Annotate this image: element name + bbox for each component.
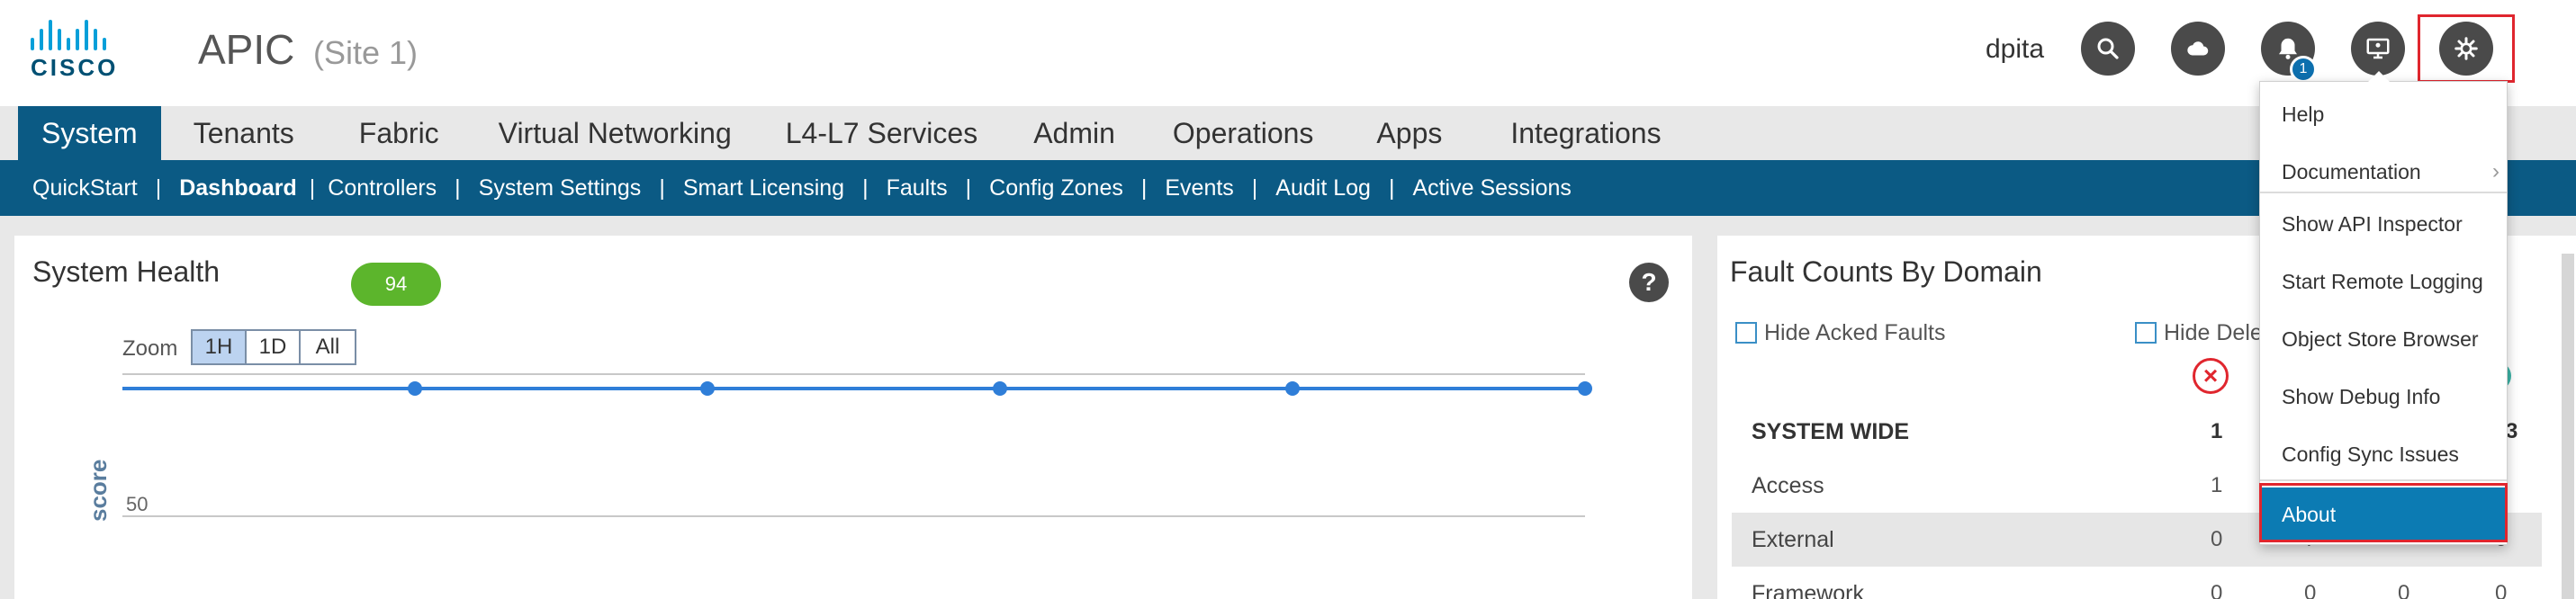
domain-name: SYSTEM WIDE [1752, 418, 1910, 444]
tab-tenants[interactable]: Tenants [161, 106, 327, 160]
critical-count: 1 [2211, 473, 2223, 497]
logo-text: cisco [31, 54, 119, 81]
hide-acked-checkbox[interactable] [1735, 322, 1757, 344]
subnav-dashboard[interactable]: Dashboard [179, 175, 297, 201]
tab-l4-l7-services[interactable]: L4-L7 Services [759, 106, 1004, 160]
subnav-quickstart[interactable]: QuickStart [32, 175, 138, 201]
data-point[interactable] [993, 381, 1007, 396]
health-chart: 50 [122, 373, 1592, 517]
tab-fabric[interactable]: Fabric [327, 106, 472, 160]
logo-bars-icon [31, 20, 130, 50]
panel-scrollbar[interactable] [2562, 254, 2574, 599]
hide-delegated-label: Hide Dele [2164, 320, 2263, 345]
subnav-system-settings[interactable]: System Settings [479, 175, 642, 201]
domain-name: External [1752, 526, 1834, 552]
data-point[interactable] [1578, 381, 1592, 396]
tab-virtual-networking[interactable]: Virtual Networking [472, 106, 759, 160]
monitor-icon [2366, 38, 2390, 59]
subnav-audit-log[interactable]: Audit Log [1275, 175, 1371, 201]
minor-count: 0 [2398, 581, 2410, 599]
menu-item-show-api-inspector[interactable]: Show API Inspector [2260, 199, 2507, 249]
subnav-separator: | [659, 174, 665, 201]
subnav-separator: | [455, 174, 461, 201]
domain-name: Framework [1752, 580, 1865, 599]
tab-integrations[interactable]: Integrations [1476, 106, 1695, 160]
menu-item-documentation[interactable]: Documentation › [2260, 147, 2507, 197]
main-tabs: System Tenants Fabric Virtual Networking… [18, 106, 1696, 160]
table-row[interactable]: Framework 0 0 0 0 [1732, 567, 2542, 599]
health-score-badge: 94 [351, 263, 441, 306]
zoom-all-button[interactable]: All [301, 331, 355, 363]
zoom-1h-button[interactable]: 1H [193, 331, 247, 363]
subnav-separator: | [1251, 174, 1258, 201]
menu-item-object-store-browser[interactable]: Object Store Browser [2260, 314, 2507, 364]
subnav-active-sessions[interactable]: Active Sessions [1412, 175, 1571, 201]
system-health-title: System Health [32, 255, 221, 288]
subnav-smart-licensing[interactable]: Smart Licensing [683, 175, 844, 201]
domain-name: Access [1752, 472, 1824, 498]
help-icon[interactable]: ? [1629, 263, 1669, 302]
subnav-faults[interactable]: Faults [887, 175, 948, 201]
app-title: APIC [198, 26, 295, 73]
subnav-events[interactable]: Events [1165, 175, 1233, 201]
warning-count: 3 [2506, 419, 2518, 443]
critical-count: 1 [2211, 419, 2223, 443]
tab-apps[interactable]: Apps [1342, 106, 1476, 160]
hide-acked-label: Hide Acked Faults [1764, 320, 1946, 345]
subnav-separator: | [1388, 174, 1395, 201]
cloud-icon [2187, 41, 2209, 56]
subnav-separator: | [155, 174, 162, 201]
subnav-separator: | [309, 174, 316, 201]
major-count: 0 [2304, 581, 2317, 599]
system-health-panel: 50 System Health 94 ? Zoom 1H 1D All sco… [14, 236, 1692, 599]
menu-item-show-debug-info[interactable]: Show Debug Info [2260, 371, 2507, 422]
chevron-right-icon: › [2492, 159, 2499, 183]
zoom-label: Zoom [122, 336, 178, 361]
data-point[interactable] [1285, 381, 1300, 396]
username[interactable]: dpita [1986, 34, 2044, 65]
menu-divider [2260, 192, 2507, 193]
menu-item-start-remote-logging[interactable]: Start Remote Logging [2260, 256, 2507, 307]
zoom-selector: 1H 1D All [191, 329, 356, 365]
tab-admin[interactable]: Admin [1004, 106, 1144, 160]
cloud-button[interactable] [2171, 22, 2225, 76]
about-highlight-box [2259, 483, 2508, 542]
tab-system[interactable]: System [18, 106, 161, 160]
site-label: (Site 1) [313, 34, 419, 71]
data-point[interactable] [408, 381, 422, 396]
menu-item-label: Documentation [2282, 159, 2421, 183]
warning-count: 0 [2495, 581, 2508, 599]
header-bar: cisco APIC (Site 1) dpita 1 [0, 0, 2576, 106]
zoom-1d-button[interactable]: 1D [247, 331, 301, 363]
y-axis-label: score [85, 459, 112, 522]
menu-item-config-sync-issues[interactable]: Config Sync Issues [2260, 429, 2507, 479]
display-button[interactable] [2351, 22, 2405, 76]
subnav-config-zones[interactable]: Config Zones [989, 175, 1123, 201]
subnav-separator: | [1140, 174, 1148, 201]
cisco-logo[interactable]: cisco [31, 20, 130, 81]
notification-badge: 1 [2290, 56, 2317, 83]
search-button[interactable] [2081, 22, 2135, 76]
settings-highlight-box [2418, 14, 2515, 83]
menu-item-help[interactable]: Help [2260, 89, 2507, 139]
critical-count: 0 [2211, 581, 2223, 599]
sub-nav: QuickStart | Dashboard | Controllers | S… [0, 160, 2576, 216]
menu-divider [2260, 479, 2507, 481]
y-tick-label: 50 [126, 493, 148, 515]
data-point[interactable] [700, 381, 715, 396]
critical-icon: × [2193, 358, 2229, 394]
hide-delegated-checkbox[interactable] [2135, 322, 2157, 344]
fault-counts-title: Fault Counts By Domain [1730, 255, 2042, 288]
subnav-separator: | [965, 174, 972, 201]
settings-menu: Help Documentation › Show API Inspector … [2259, 71, 2508, 545]
tab-operations[interactable]: Operations [1144, 106, 1343, 160]
subnav-separator: | [862, 174, 869, 201]
subnav-controllers[interactable]: Controllers [328, 175, 437, 201]
critical-count: 0 [2211, 527, 2223, 551]
search-icon [2097, 38, 2119, 59]
